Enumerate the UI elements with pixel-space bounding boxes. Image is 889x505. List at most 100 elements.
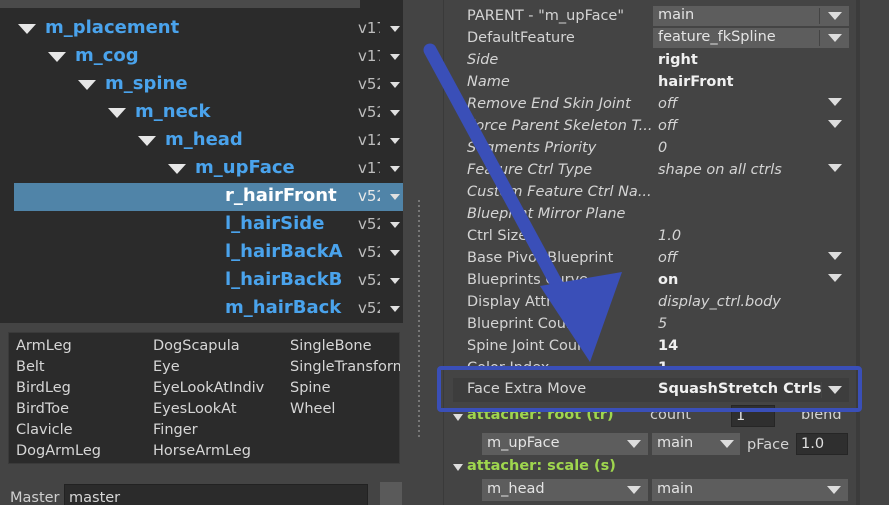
- attr-value-spine-joint-count[interactable]: 14: [658, 338, 678, 354]
- chevron-down-icon[interactable]: [828, 274, 842, 282]
- tree-row-l-hairside[interactable]: l_hairSide v52: [14, 211, 403, 239]
- version-dropdown-arrow-icon[interactable]: [390, 278, 400, 284]
- tree-node-name: m_hairBack: [225, 297, 342, 318]
- attr-value-blueprints-curve[interactable]: on: [658, 272, 678, 288]
- attr-value-name[interactable]: hairFront: [658, 74, 734, 90]
- attr-value-base-pivot-blueprint[interactable]: off: [658, 250, 677, 266]
- version-dropdown-arrow-icon[interactable]: [390, 82, 400, 88]
- chevron-down-icon[interactable]: [720, 440, 734, 448]
- attr-label-blueprint-count: Blueprint Count: [467, 316, 581, 332]
- version-dropdown-arrow-icon[interactable]: [390, 194, 400, 200]
- module-item-clavicle[interactable]: Clavicle: [16, 422, 73, 438]
- tree-header-gap: [360, 0, 403, 8]
- tree-node-name: m_neck: [135, 101, 211, 122]
- module-list: ArmLeg Belt BirdLeg BirdToe Clavicle Dog…: [8, 332, 400, 464]
- chevron-down-icon[interactable]: [828, 164, 842, 172]
- module-item-finger[interactable]: Finger: [153, 422, 198, 438]
- attr-value-side[interactable]: right: [658, 52, 698, 68]
- tree-node-name: m_placement: [45, 17, 180, 38]
- tree-row-m-cog[interactable]: m_cog v17: [14, 43, 403, 71]
- tree-node-name: m_spine: [105, 73, 188, 94]
- attribute-scrollbar[interactable]: [856, 0, 860, 505]
- attr-value-remove-end-skin-joint[interactable]: off: [658, 96, 677, 112]
- module-item-spine[interactable]: Spine: [290, 380, 331, 396]
- tree-row-m-head[interactable]: m_head v12: [14, 127, 403, 155]
- attr-value-feature-ctrl-type[interactable]: shape on all ctrls: [658, 162, 782, 178]
- tree-row-m-upface[interactable]: m_upFace v17: [14, 155, 403, 183]
- expand-triangle-icon[interactable]: [78, 80, 96, 90]
- tree-header-bar: [0, 0, 360, 8]
- tree-row-m-spine[interactable]: m_spine v52: [14, 71, 403, 99]
- parent-dropdown[interactable]: main: [653, 6, 849, 26]
- chevron-down-icon[interactable]: [828, 12, 842, 20]
- version-dropdown-arrow-icon[interactable]: [390, 306, 400, 312]
- panel-splitter[interactable]: [403, 0, 443, 505]
- attr-value-display-attr[interactable]: display_ctrl.body: [658, 294, 781, 310]
- version-dropdown-arrow-icon[interactable]: [390, 166, 400, 172]
- chevron-down-icon[interactable]: [828, 252, 842, 260]
- module-item-eyelookatindiv[interactable]: EyeLookAtIndiv: [153, 380, 264, 396]
- module-item-singletransform[interactable]: SingleTransform: [290, 359, 400, 375]
- tree-row-r-hairfront[interactable]: r_hairFront v52: [14, 183, 403, 211]
- attr-value-ctrl-size[interactable]: 1.0: [658, 228, 681, 244]
- attacher-root-parent-combo[interactable]: m_upFace: [482, 433, 648, 455]
- chevron-down-icon[interactable]: [827, 486, 841, 494]
- attr-label-side: Side: [467, 52, 499, 68]
- chevron-down-icon[interactable]: [828, 98, 842, 106]
- section-collapse-icon[interactable]: [453, 464, 463, 471]
- attacher-scale-space-combo[interactable]: main: [652, 479, 848, 501]
- attacher-root-blend-field[interactable]: 1.0: [796, 433, 848, 455]
- tree-row-m-neck[interactable]: m_neck v52: [14, 99, 403, 127]
- master-side-button[interactable]: [380, 482, 402, 505]
- module-item-horsearmleg[interactable]: HorseArmLeg: [153, 443, 251, 459]
- splitter-grip-icon[interactable]: [418, 200, 420, 440]
- attr-value-segments-priority[interactable]: 0: [658, 140, 667, 156]
- tree-row-l-hairbackb[interactable]: l_hairBackB v52: [14, 267, 403, 295]
- chevron-down-icon[interactable]: [828, 120, 842, 128]
- module-item-eyeslookat[interactable]: EyesLookAt: [153, 401, 237, 417]
- chevron-down-icon[interactable]: [627, 440, 641, 448]
- version-dropdown-arrow-icon[interactable]: [390, 250, 400, 256]
- module-item-singlebone[interactable]: SingleBone: [290, 338, 372, 354]
- attacher-scale-parent-combo[interactable]: m_head: [482, 479, 648, 501]
- version-dropdown-arrow-icon[interactable]: [390, 110, 400, 116]
- version-dropdown-arrow-icon[interactable]: [390, 26, 400, 32]
- attacher-root-space-combo[interactable]: main: [652, 433, 740, 455]
- expand-triangle-icon[interactable]: [138, 136, 156, 146]
- tree-node-version: v52: [358, 215, 380, 233]
- section-header-attacher-scale[interactable]: attacher: scale (s): [467, 458, 616, 474]
- tree-row-m-placement[interactable]: m_placement v17: [14, 15, 403, 43]
- module-item-belt[interactable]: Belt: [16, 359, 45, 375]
- tree-row-m-hairback[interactable]: m_hairBack v52: [14, 295, 403, 323]
- attr-value-blueprint-count[interactable]: 5: [658, 316, 667, 332]
- chevron-down-icon[interactable]: [828, 34, 842, 42]
- attr-value-force-parent-skeleton[interactable]: off: [658, 118, 677, 134]
- chevron-down-icon[interactable]: [627, 486, 641, 494]
- attr-label-segments-priority: Segments Priority: [467, 140, 597, 156]
- module-item-armleg[interactable]: ArmLeg: [16, 338, 72, 354]
- module-item-eye[interactable]: Eye: [153, 359, 180, 375]
- expand-triangle-icon[interactable]: [18, 24, 36, 34]
- expand-triangle-icon[interactable]: [168, 164, 186, 174]
- tree-node-version: v12: [358, 131, 380, 149]
- module-item-birdleg[interactable]: BirdLeg: [16, 380, 71, 396]
- attr-label-name: Name: [467, 74, 510, 90]
- default-feature-dropdown[interactable]: feature_fkSpline: [653, 28, 849, 48]
- version-dropdown-arrow-icon[interactable]: [390, 54, 400, 60]
- module-item-wheel[interactable]: Wheel: [290, 401, 335, 417]
- module-item-dogarmleg[interactable]: DogArmLeg: [16, 443, 101, 459]
- tree-row-l-hairbacka[interactable]: l_hairBackA v52: [14, 239, 403, 267]
- version-dropdown-arrow-icon[interactable]: [390, 138, 400, 144]
- expand-triangle-icon[interactable]: [108, 108, 126, 118]
- rig-tree-view: m_placement v17 m_cog v17 m_spine v52 m_…: [0, 0, 403, 323]
- master-input[interactable]: master: [64, 484, 368, 505]
- section-collapse-icon[interactable]: [453, 414, 463, 421]
- attr-label-ctrl-size: Ctrl Size: [467, 228, 528, 244]
- module-item-birdtoe[interactable]: BirdToe: [16, 401, 69, 417]
- tree-node-version: v52: [358, 243, 380, 261]
- version-dropdown-arrow-icon[interactable]: [390, 222, 400, 228]
- module-item-dogscapula[interactable]: DogScapula: [153, 338, 240, 354]
- expand-triangle-icon[interactable]: [48, 52, 66, 62]
- attacher-scale-space-value: main: [657, 481, 694, 497]
- tree-node-name: l_hairBackB: [225, 269, 343, 290]
